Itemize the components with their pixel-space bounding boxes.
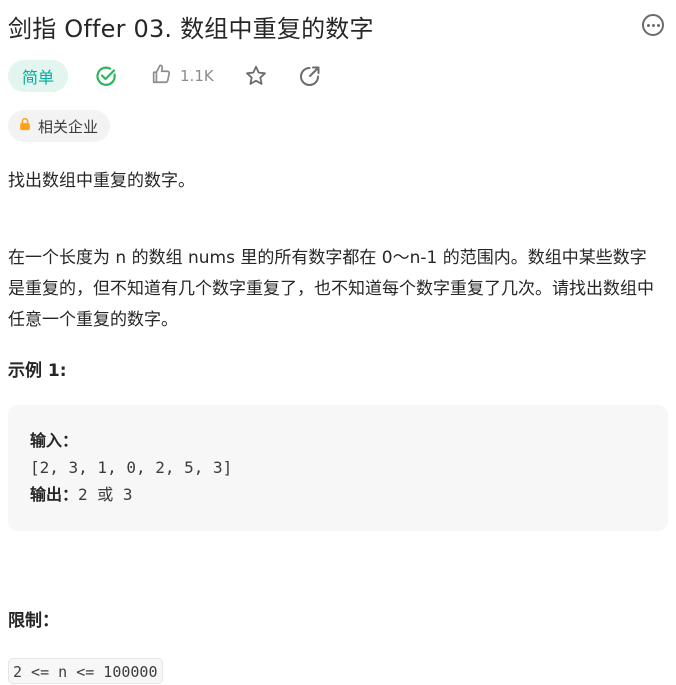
difficulty-badge: 简单 bbox=[8, 60, 69, 92]
related-companies-tag[interactable]: 相关企业 bbox=[8, 110, 111, 142]
constraint-code: 2 <= n <= 100000 bbox=[8, 658, 163, 684]
more-dot bbox=[656, 23, 660, 27]
problem-header: 剑指 Offer 03. 数组中重复的数字 bbox=[8, 8, 664, 44]
example-input-label-line: 输入： bbox=[30, 427, 646, 454]
star-icon[interactable] bbox=[244, 64, 268, 88]
constraints-title: 限制： bbox=[8, 611, 59, 631]
example-input-value: [2, 3, 1, 0, 2, 5, 3] bbox=[30, 458, 233, 477]
example-input-label: 输入： bbox=[30, 431, 79, 450]
description-body: 在一个长度为 n 的数组 nums 里的所有数字都在 0～n-1 的范围内。数组… bbox=[8, 248, 654, 330]
share-icon[interactable] bbox=[298, 64, 322, 88]
solved-check-icon[interactable] bbox=[94, 64, 118, 88]
problem-meta-bar: 简单 1.1K bbox=[8, 60, 322, 92]
like-button[interactable]: 1.1K bbox=[150, 63, 214, 89]
example-block: 输入： [2, 3, 1, 0, 2, 5, 3] 输出：2 或 3 bbox=[8, 405, 668, 531]
problem-title: 剑指 Offer 03. 数组中重复的数字 bbox=[8, 14, 374, 43]
example-output-label: 输出： bbox=[30, 485, 79, 504]
example-title: 示例 1: bbox=[8, 361, 67, 381]
example-output-value: 2 或 3 bbox=[78, 485, 133, 504]
lock-icon bbox=[18, 117, 32, 135]
like-count: 1.1K bbox=[180, 67, 214, 85]
description-intro: 找出数组中重复的数字。 bbox=[8, 171, 195, 191]
example-output-line: 输出：2 或 3 bbox=[30, 481, 646, 508]
more-dot bbox=[651, 23, 655, 27]
more-dot bbox=[646, 23, 650, 27]
thumbs-up-icon bbox=[150, 63, 172, 89]
more-icon[interactable] bbox=[642, 14, 664, 36]
related-companies-label: 相关企业 bbox=[38, 117, 99, 136]
